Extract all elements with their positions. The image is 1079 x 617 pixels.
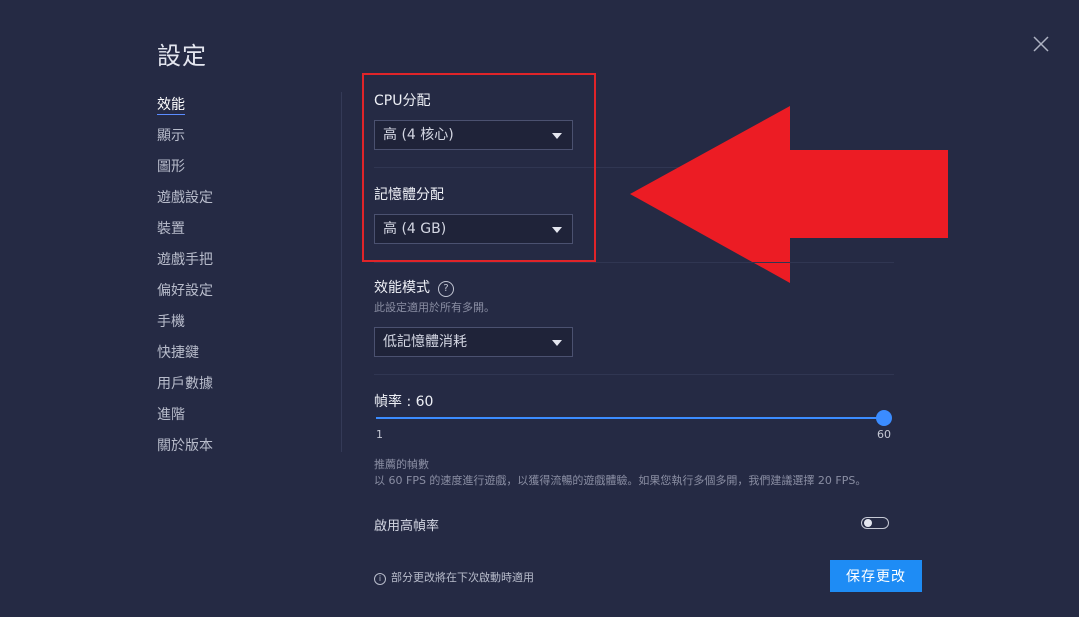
frame-rate-label: 幀率 : 60: [374, 394, 434, 410]
sidebar-item-label: 效能: [157, 97, 185, 115]
sidebar-item-label: 偏好設定: [157, 283, 213, 299]
sidebar-item-shortcuts[interactable]: 快捷鍵: [157, 342, 277, 373]
recommended-fps-title: 推薦的幀數: [374, 458, 429, 471]
sidebar-item-label: 顯示: [157, 128, 185, 144]
sidebar-item-label: 遊戲設定: [157, 190, 213, 206]
close-button[interactable]: [1030, 33, 1052, 55]
divider: [374, 374, 894, 375]
performance-mode-select[interactable]: 低記憶體消耗: [374, 327, 573, 357]
divider: [374, 262, 894, 263]
sidebar-item-device[interactable]: 裝置: [157, 218, 277, 249]
sidebar-item-performance[interactable]: 效能: [157, 94, 277, 125]
sidebar-divider: [341, 92, 342, 452]
sidebar-item-phone[interactable]: 手機: [157, 311, 277, 342]
chevron-down-icon: [552, 340, 562, 346]
sidebar-item-about[interactable]: 關於版本: [157, 435, 277, 466]
restart-note: i 部分更改將在下次啟動時適用: [374, 569, 534, 585]
sidebar-item-graphics[interactable]: 圖形: [157, 156, 277, 187]
help-icon[interactable]: ?: [438, 281, 454, 297]
close-icon: [1033, 36, 1049, 52]
recommended-fps-description: 以 60 FPS 的速度進行遊戲，以獲得流暢的遊戲體驗。如果您執行多個多開，我們…: [374, 474, 867, 487]
highlight-box: [362, 73, 596, 262]
slider-min-label: 1: [376, 428, 383, 441]
toggle-knob: [864, 519, 872, 527]
sidebar-item-label: 圖形: [157, 159, 185, 175]
frame-rate-slider-track[interactable]: [376, 417, 884, 419]
sidebar-item-label: 用戶數據: [157, 376, 213, 392]
page-title: 設定: [157, 42, 207, 70]
performance-mode-label-text: 效能模式: [374, 280, 430, 296]
restart-note-text: 部分更改將在下次啟動時適用: [391, 571, 534, 584]
sidebar-item-label: 關於版本: [157, 438, 213, 454]
sidebar-item-user-data[interactable]: 用戶數據: [157, 373, 277, 404]
performance-mode-label: 效能模式?: [374, 277, 454, 297]
slider-max-label: 60: [877, 428, 891, 441]
frame-rate-slider-thumb[interactable]: [876, 410, 892, 426]
sidebar-item-label: 遊戲手把: [157, 252, 213, 268]
high-fps-label: 啟用高幀率: [374, 519, 440, 534]
sidebar-item-preferences[interactable]: 偏好設定: [157, 280, 277, 311]
performance-mode-description: 此設定適用於所有多開。: [374, 301, 495, 314]
sidebar: 效能 顯示 圖形 遊戲設定 裝置 遊戲手把 偏好設定 手機 快捷鍵 用戶數據 進…: [157, 94, 277, 466]
sidebar-item-label: 進階: [157, 407, 185, 423]
performance-mode-value: 低記憶體消耗: [383, 334, 467, 350]
sidebar-item-advanced[interactable]: 進階: [157, 404, 277, 435]
save-changes-button[interactable]: 保存更改: [830, 560, 922, 592]
red-arrow-annotation: [630, 106, 948, 283]
sidebar-item-display[interactable]: 顯示: [157, 125, 277, 156]
sidebar-item-label: 裝置: [157, 221, 185, 237]
sidebar-item-label: 手機: [157, 314, 185, 330]
high-fps-toggle[interactable]: [861, 517, 889, 529]
info-icon: i: [374, 573, 386, 585]
sidebar-item-game-settings[interactable]: 遊戲設定: [157, 187, 277, 218]
sidebar-item-gamepad[interactable]: 遊戲手把: [157, 249, 277, 280]
sidebar-item-label: 快捷鍵: [157, 345, 199, 361]
